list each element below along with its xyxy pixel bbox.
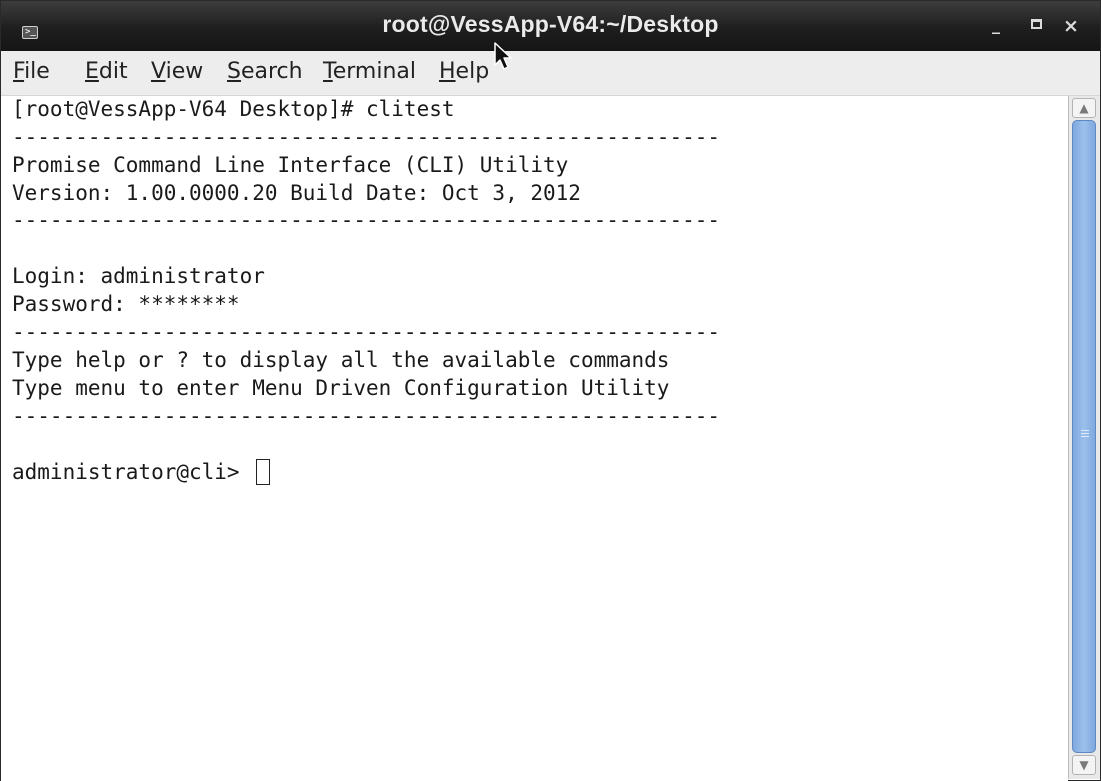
terminal-line: Type help or ? to display all the availa…: [12, 348, 670, 372]
minimize-button[interactable]: _: [992, 15, 1000, 34]
scroll-up-arrow-icon[interactable]: ▲: [1072, 98, 1096, 118]
terminal-line: Promise Command Line Interface (CLI) Uti…: [12, 153, 569, 177]
menu-search[interactable]: Search: [227, 59, 303, 84]
terminal-line: Login: administrator: [12, 264, 265, 288]
separator-line: ----------------------------------------…: [12, 208, 721, 232]
terminal-line: [root@VessApp-V64 Desktop]# clitest: [12, 97, 455, 121]
mouse-pointer-icon: [494, 42, 512, 70]
terminal-line: Type menu to enter Menu Driven Configura…: [12, 376, 670, 400]
menu-view[interactable]: View: [151, 59, 203, 84]
terminal-line: Version: 1.00.0000.20 Build Date: Oct 3,…: [12, 181, 581, 205]
terminal-output[interactable]: [root@VessApp-V64 Desktop]# clitest ----…: [1, 96, 1068, 781]
maximize-button[interactable]: [1031, 19, 1042, 29]
terminal-line: Password: ********: [12, 292, 240, 316]
separator-line: ----------------------------------------…: [12, 125, 721, 149]
terminal-window: >_ root@VessApp-V64:~/Desktop _ × File E…: [0, 0, 1101, 781]
text-cursor: [256, 459, 271, 485]
separator-line: ----------------------------------------…: [12, 320, 721, 344]
vertical-scrollbar[interactable]: ▲ ▼: [1068, 96, 1100, 779]
scroll-down-arrow-icon[interactable]: ▼: [1072, 755, 1096, 775]
menu-edit[interactable]: Edit: [85, 59, 128, 84]
separator-line: ----------------------------------------…: [12, 404, 721, 428]
window-title: root@VessApp-V64:~/Desktop: [382, 11, 719, 37]
menu-file[interactable]: File: [13, 59, 50, 84]
close-button[interactable]: ×: [1063, 15, 1079, 37]
menu-help[interactable]: Help: [439, 59, 489, 84]
command-prompt-line[interactable]: administrator@cli>: [12, 459, 271, 485]
title-bar[interactable]: >_ root@VessApp-V64:~/Desktop _ ×: [1, 1, 1100, 51]
menu-bar: File Edit View Search Terminal Help: [1, 51, 1100, 96]
menu-terminal[interactable]: Terminal: [323, 59, 416, 84]
scrollbar-thumb[interactable]: [1072, 120, 1096, 753]
prompt-text: administrator@cli>: [12, 460, 253, 484]
grip-icon: [1081, 430, 1089, 437]
